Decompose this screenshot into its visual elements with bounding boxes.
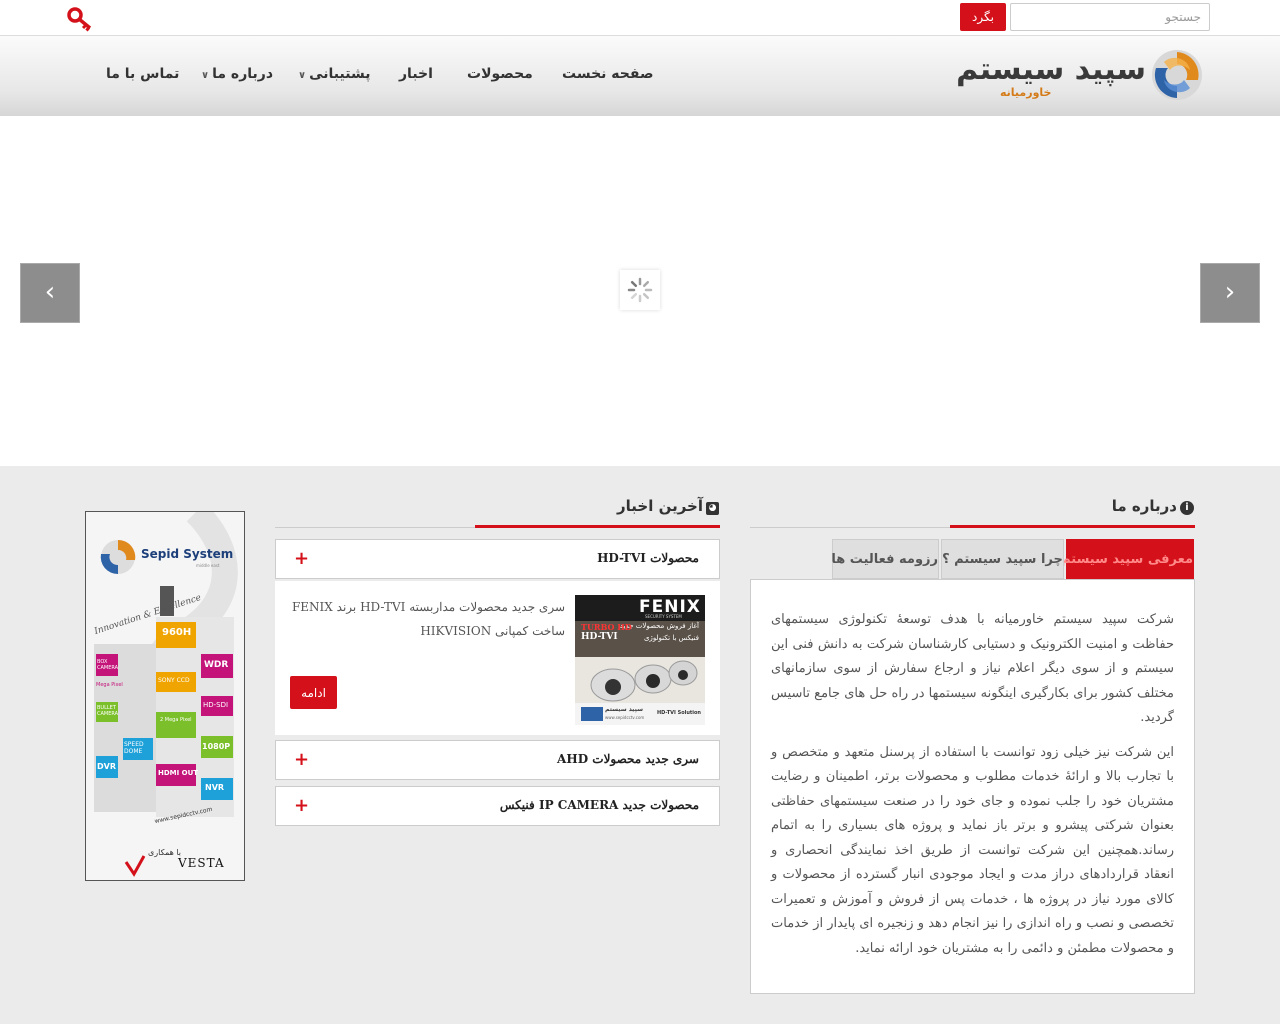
nav-item-contact[interactable]: تماس با ما [106, 66, 179, 82]
banner-feature: 1080P [202, 742, 231, 751]
nav-item-about[interactable]: درباره ما∨ [201, 66, 273, 82]
about-title-text: درباره ما [1111, 497, 1177, 515]
news-image-footer: HD-TVI Solution [656, 710, 701, 716]
tab-resume[interactable]: رزومه فعالیت ها [831, 539, 939, 579]
news-item-header[interactable]: سری جدید محصولات AHD + [275, 740, 720, 780]
rss-icon: ◕ [706, 502, 719, 515]
banner-graphic [86, 512, 244, 880]
image-slider: ‹ › [0, 116, 1280, 466]
logo[interactable]: سپید سیستم خاورمیانه [956, 46, 1208, 106]
key-icon[interactable] [66, 6, 96, 32]
plus-icon: + [294, 548, 310, 569]
news-item-header[interactable]: محصولات HD-TVI + [275, 539, 720, 579]
advertisement-banner[interactable]: Sepid System middle east Innovation & Ex… [85, 511, 245, 881]
tab-why-sepid[interactable]: چرا سپید سیستم ؟ [941, 539, 1064, 579]
slider-next-button[interactable]: › [1200, 263, 1260, 323]
info-icon: i [1180, 501, 1194, 515]
news-section-title: ◕آخرین اخبار [617, 497, 719, 515]
news-item-title: محصولات جدید IP CAMERA فنیکس [499, 798, 699, 812]
banner-brand-sub: middle east [196, 563, 220, 568]
read-more-button[interactable]: ادامه [290, 676, 337, 709]
news-image[interactable]: FENIX SECURITY SYSTEM آغاز فروش محصولات … [575, 595, 705, 725]
slider-prev-button[interactable]: ‹ [20, 263, 80, 323]
news-image-line2: TURBO HD [581, 622, 632, 632]
chevron-down-icon: ∨ [298, 70, 307, 81]
nav-item-support-label: پشتیبانی [309, 66, 371, 82]
chevron-right-icon: › [1224, 277, 1236, 307]
banner-feature: BOX CAMERA [97, 659, 119, 671]
nav-item-about-label: درباره ما [212, 66, 274, 82]
nav-item-home[interactable]: صفحه نخست [562, 66, 653, 82]
search-button[interactable]: بگرد [960, 3, 1006, 31]
news-item-title: سری جدید محصولات AHD [557, 752, 699, 766]
about-title-accent [950, 525, 1195, 528]
search-input[interactable] [1010, 3, 1210, 31]
banner-feature: SONY CCD [158, 677, 190, 684]
news-image-line4: فنیکس با تکنولوژی [643, 634, 699, 642]
banner-brand: Sepid System [141, 547, 234, 561]
banner-feature: HDMI OUT [158, 769, 199, 777]
nav-item-products[interactable]: محصولات [467, 66, 533, 82]
nav-item-news[interactable]: اخبار [399, 66, 433, 82]
logo-name: سپید سیستم [956, 52, 1147, 87]
nav-item-support[interactable]: پشتیبانی∨ [298, 66, 370, 82]
plus-icon: + [294, 795, 310, 816]
news-image-url: www.sepidcctv.com [605, 715, 645, 720]
about-content: شرکت سپید سیستم خاورمیانه با هدف توسعهٔ … [750, 579, 1195, 994]
logo-subtitle: خاورمیانه [1000, 86, 1052, 99]
banner-feature: Mega Pixel [96, 682, 123, 688]
banner-feature: BULLET CAMERA [97, 705, 119, 717]
news-item-body: FENIX SECURITY SYSTEM آغاز فروش محصولات … [275, 581, 720, 735]
banner-partner-prefix: با همکاری [148, 848, 182, 857]
tab-intro[interactable]: معرفی سپید سیستم [1061, 539, 1194, 579]
news-item-text: سری جدید محصولات مداربسته HD-TVI برند FE… [291, 600, 565, 638]
banner-feature: SPEED DOME [124, 741, 144, 755]
header: سپید سیستم خاورمیانه صفحه نخست محصولات ا… [0, 36, 1280, 116]
about-paragraph: این شرکت نیز خیلی زود توانست با استفاده … [771, 744, 1174, 956]
logo-emblem-icon [1152, 50, 1202, 100]
about-section-title: iدرباره ما [1112, 497, 1194, 515]
news-image-brand-sub: SECURITY SYSTEM [645, 614, 682, 619]
banner-feature: 960H [162, 627, 192, 638]
banner-feature: NVR [205, 783, 225, 792]
about-paragraph: شرکت سپید سیستم خاورمیانه با هدف توسعهٔ … [771, 612, 1174, 725]
news-item-title: محصولات HD-TVI [597, 551, 699, 565]
chevron-down-icon: ∨ [201, 70, 210, 81]
banner-feature: DVR [97, 762, 116, 771]
banner-feature: HD-SDI [203, 701, 229, 709]
banner-feature: 2 Mega Pixel [160, 717, 192, 723]
loading-spinner-icon [620, 270, 660, 310]
top-bar: بگرد [0, 0, 1280, 36]
banner-feature: WDR [204, 660, 229, 670]
news-title-accent [475, 525, 720, 528]
content-area: iدرباره ما معرفی سپید سیستم چرا سپید سیس… [0, 466, 1280, 1024]
chevron-left-icon: ‹ [44, 277, 56, 307]
news-image-line3: HD-TVI [581, 632, 618, 642]
news-item-header[interactable]: محصولات جدید IP CAMERA فنیکس + [275, 786, 720, 826]
news-title-text: آخرین اخبار [617, 497, 703, 515]
banner-partner: VESTA [178, 856, 225, 870]
news-image-logo-text: سپید سیستم [605, 706, 643, 713]
plus-icon: + [294, 749, 310, 770]
